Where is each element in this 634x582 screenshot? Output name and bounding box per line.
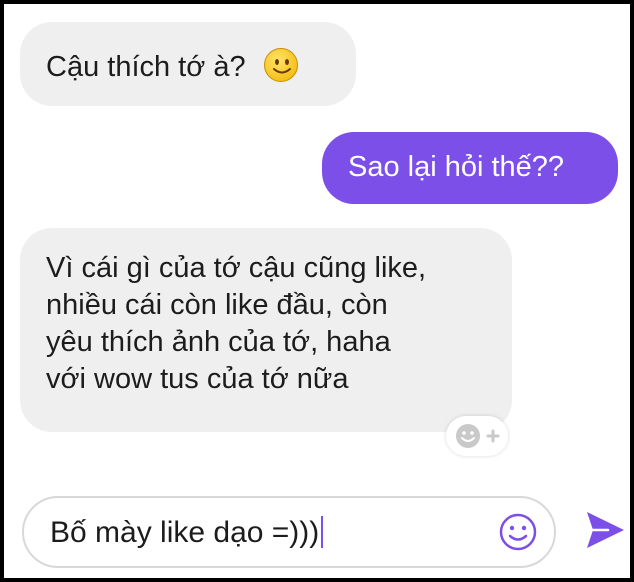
emoji-button[interactable] [498, 512, 538, 552]
message-line: yêu thích ảnh của tớ, haha [46, 326, 391, 358]
chat-screenshot: Cậu thích tớ à? Sao lại hỏi thế?? Vì cái… [4, 4, 630, 578]
message-input-value: Bố mày like dạo =))) [50, 516, 320, 549]
incoming-message-bubble: Vì cái gì của tớ cậu cũng like, nhiều cá… [20, 228, 512, 432]
incoming-message-bubble: Cậu thích tớ à? [20, 22, 356, 106]
text-caret [321, 516, 324, 548]
message-text: Sao lại hỏi thế?? [348, 151, 565, 183]
outgoing-message-bubble: Sao lại hỏi thế?? [322, 132, 618, 204]
send-button[interactable] [584, 508, 626, 552]
add-reaction-icon [456, 424, 500, 448]
send-icon [587, 512, 624, 548]
message-text: Cậu thích tớ à? [46, 51, 246, 83]
message-line: với wow tus của tớ nữa [46, 363, 349, 395]
message-line: Vì cái gì của tớ cậu cũng like, [46, 252, 427, 284]
message-composer[interactable]: Bố mày like dạo =))) [22, 496, 556, 568]
smiling-face-icon [263, 48, 298, 82]
message-input[interactable]: Bố mày like dạo =))) [50, 515, 324, 551]
add-reaction-button[interactable] [446, 416, 508, 456]
emoji-icon [499, 513, 537, 551]
message-line: nhiều cái còn like đầu, còn [46, 289, 388, 321]
